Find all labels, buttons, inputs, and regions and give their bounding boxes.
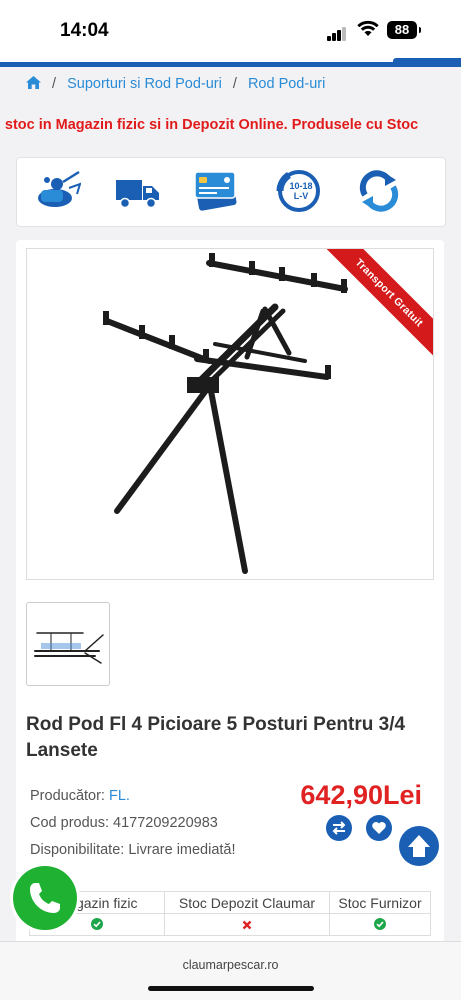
clock: 14:04: [60, 20, 109, 41]
product-thumbnail[interactable]: [26, 602, 110, 686]
svg-text:L-V: L-V: [294, 191, 309, 201]
availability-value: Livrare imediată!: [128, 842, 236, 858]
home-indicator: [148, 986, 314, 991]
product-code-label: Cod produs:: [30, 815, 109, 831]
product-code-value: 4177209220983: [113, 815, 218, 831]
product-price: 642,90Lei: [300, 780, 422, 810]
stock-header-supplier: Stoc Furnizor: [329, 891, 431, 914]
battery-indicator: 88: [387, 21, 421, 39]
stock-header-depot: Stoc Depozit Claumar: [164, 891, 330, 914]
check-circle-icon: [374, 917, 386, 930]
call-button[interactable]: [13, 866, 77, 930]
phone-hours-icon: 10-18 L-V: [275, 168, 323, 214]
product-title: Rod Pod Fl 4 Picioare 5 Posturi Pentru 3…: [26, 714, 406, 761]
breadcrumb-separator: /: [232, 76, 237, 92]
product-main-image[interactable]: Transport Gratuit: [26, 248, 434, 580]
scroll-to-top-button[interactable]: [399, 826, 439, 866]
stock-table: Magazin fizic Stoc Depozit Claumar Stoc …: [29, 891, 431, 936]
product-code-row: Cod produs: 4177209220983: [30, 815, 218, 831]
status-bar: 14:04 88: [0, 0, 461, 62]
wishlist-button[interactable]: [366, 815, 392, 841]
breadcrumb: / Suporturi si Rod Pod-uri / Rod Pod-uri: [26, 76, 325, 92]
payment-cards-icon: [193, 168, 241, 214]
stock-status-depot: [164, 913, 330, 936]
svg-text:10-18: 10-18: [289, 181, 312, 191]
browser-url[interactable]: claumarpescar.ro: [0, 958, 461, 972]
browser-bottom-bar: claumarpescar.ro: [0, 941, 461, 1000]
free-shipping-label: Transport Gratuit: [324, 249, 433, 358]
check-circle-icon: [91, 917, 103, 930]
breadcrumb-separator: /: [52, 76, 57, 92]
heart-icon: [372, 822, 386, 834]
wifi-icon: [357, 20, 379, 42]
stock-status-supplier: [329, 913, 431, 936]
compare-button[interactable]: [326, 815, 352, 841]
stock-notice-text: u stoc in Magazin fizic si in Depozit On…: [0, 117, 419, 133]
cross-icon: [242, 920, 252, 929]
thumbnail-image: [34, 632, 104, 664]
stock-notice-marquee: u stoc in Magazin fizic si in Depozit On…: [0, 117, 461, 135]
home-icon[interactable]: [26, 76, 45, 92]
compare-arrows-icon: [332, 821, 346, 835]
delivery-truck-icon: [114, 168, 162, 214]
breadcrumb-link-rod-pod[interactable]: Rod Pod-uri: [248, 76, 325, 92]
fishing-reel-icon: [33, 168, 82, 214]
feature-icons-bar: 10-18 L-V: [16, 157, 446, 227]
producer-row: Producător: FL.: [30, 788, 130, 804]
phone-icon: [30, 883, 60, 913]
arrow-up-icon: [408, 835, 430, 857]
header-accent-bar: [0, 58, 461, 67]
product-card: Transport Gratuit Rod Pod Fl 4 Picioare …: [16, 240, 444, 960]
free-shipping-ribbon: Transport Gratuit: [324, 249, 433, 358]
producer-label: Producător:: [30, 788, 105, 804]
signal-icon: [327, 23, 347, 41]
breadcrumb-link-suporturi[interactable]: Suporturi si Rod Pod-uri: [67, 76, 222, 92]
producer-link[interactable]: FL.: [109, 788, 130, 804]
availability-label: Disponibilitate:: [30, 842, 125, 858]
refresh-return-icon: [355, 168, 403, 214]
availability-row: Disponibilitate: Livrare imediată!: [30, 842, 236, 858]
